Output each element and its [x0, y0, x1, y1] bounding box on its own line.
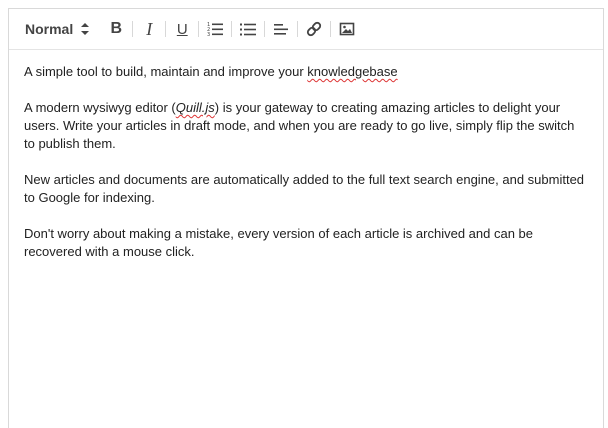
toolbar-divider [132, 21, 134, 37]
paragraph-text: A simple tool to build, maintain and imp… [24, 64, 308, 79]
toolbar-divider [231, 21, 233, 37]
paragraph: New articles and documents are automatic… [24, 172, 585, 205]
rich-text-editor: Normal B I U 1 2 3 A simple tool to buil… [8, 8, 604, 428]
underline-button[interactable]: U [169, 17, 195, 41]
paragraph: Don't worry about making a mistake, ever… [24, 226, 534, 259]
misspelled-word: knowledgebase [307, 64, 398, 79]
align-left-icon [274, 24, 289, 35]
image-button[interactable] [334, 17, 360, 41]
toolbar-divider [198, 21, 200, 37]
paragraph-text: A modern wysiwyg editor ( [24, 100, 176, 115]
bold-button[interactable]: B [103, 17, 129, 41]
bullet-list-icon [240, 23, 257, 36]
editor-content[interactable]: A simple tool to build, maintain and imp… [9, 50, 603, 292]
image-icon [339, 22, 355, 36]
format-select-value: Normal [25, 21, 74, 37]
select-arrows-icon [81, 23, 90, 35]
quill-link[interactable]: Quill.js [176, 100, 215, 115]
format-select[interactable]: Normal [25, 17, 90, 41]
toolbar-divider [165, 21, 167, 37]
toolbar-divider [297, 21, 299, 37]
paragraph: A simple tool to build, maintain and imp… [24, 63, 588, 81]
toolbar-divider [330, 21, 332, 37]
ordered-list-icon: 1 2 3 [207, 22, 224, 37]
align-button[interactable] [268, 17, 294, 41]
bullet-list-button[interactable] [235, 17, 261, 41]
italic-button[interactable]: I [136, 17, 162, 41]
svg-text:3: 3 [207, 32, 210, 37]
toolbar-divider [264, 21, 266, 37]
link-button[interactable] [301, 17, 327, 41]
editor-toolbar: Normal B I U 1 2 3 [9, 9, 603, 50]
link-icon [307, 21, 322, 37]
paragraph: A modern wysiwyg editor (Quill.js) is yo… [24, 99, 588, 153]
ordered-list-button[interactable]: 1 2 3 [202, 17, 228, 41]
